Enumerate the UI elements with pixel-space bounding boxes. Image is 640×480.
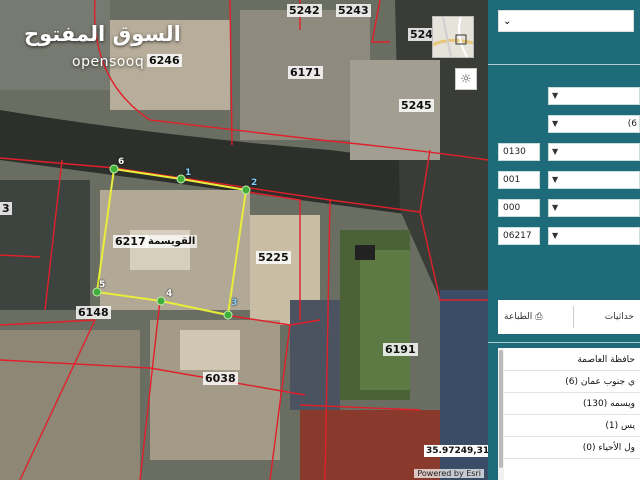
basemap-toggle-button[interactable]: ☼ (455, 68, 477, 90)
vertex-3-marker[interactable] (223, 310, 233, 320)
parcel-label-6171[interactable]: 6171 (288, 66, 323, 79)
caret-down-icon: ▼ (552, 147, 559, 156)
caret-down-icon: ▼ (552, 231, 559, 240)
directorate-select[interactable]: ▼ (6 (548, 115, 640, 133)
vertex-2-label: 2 (251, 178, 258, 188)
opensooq-logo-english: opensooq (72, 54, 145, 70)
list-item: ي جنوب عمان (6) (504, 372, 640, 393)
parcel-label-6191[interactable]: 6191 (383, 343, 418, 356)
list-item: حافظة العاصمة (504, 350, 640, 371)
vertex-3-label: 3 (231, 298, 238, 308)
neighborhood-code-field[interactable]: 000 (498, 199, 540, 217)
coordinates-readout: 35.97249,31.95152 (424, 445, 488, 457)
vertex-4-marker[interactable] (156, 296, 166, 306)
parcel-label-5245[interactable]: 5245 (399, 99, 434, 112)
parcel-select[interactable]: ▼ (548, 227, 640, 245)
overview-map-icon (433, 17, 473, 57)
list-item: يس (1) (504, 416, 640, 437)
actions-bar: الطباعة ⎙ حداثيات (498, 300, 640, 334)
caret-down-icon: ▼ (552, 203, 559, 212)
vertex-2-marker[interactable] (241, 185, 251, 195)
vertex-4-label: 4 (166, 289, 173, 299)
map-view[interactable]: السوق المفتوح opensooq 5242 5243 524 624… (0, 0, 488, 480)
parcel-label-6217[interactable]: 6217 (113, 235, 148, 248)
printer-icon: ⎙ (535, 312, 543, 322)
top-select[interactable]: ⌄ (498, 10, 634, 32)
parcel-label-5225[interactable]: 5225 (256, 251, 291, 264)
parcel-info-list: حافظة العاصمة ي جنوب عمان (6) ويسمه (130… (498, 348, 640, 480)
parcel-label-3[interactable]: 3 (0, 202, 12, 215)
parcel-label-6038[interactable]: 6038 (203, 372, 238, 385)
vertex-1-marker[interactable] (176, 174, 186, 184)
parcel-search-panel: ⌄ ▼ ▼ (6 0130 ▼ 001 ▼ 000 ▼ 06217 ▼ الطب… (488, 0, 640, 480)
list-scrollbar-thumb[interactable] (499, 350, 503, 468)
vertex-5-label: 5 (99, 280, 106, 290)
neighborhood-label: القويسمة (146, 235, 198, 248)
chevron-down-icon: ⌄ (503, 15, 512, 27)
basin-code-field[interactable]: 001 (498, 171, 540, 189)
parcel-label-6246[interactable]: 6246 (147, 54, 182, 67)
panel-divider-bottom (488, 342, 640, 343)
list-item: ول الأحياء (0) (504, 438, 640, 459)
vertex-1-label: 1 (185, 168, 192, 178)
parcel-number-field[interactable]: 06217 (498, 227, 540, 245)
governorate-select[interactable]: ▼ (548, 87, 640, 105)
caret-down-icon: ▼ (552, 119, 559, 128)
village-select[interactable]: ▼ (548, 143, 640, 161)
opensooq-logo-arabic: السوق المفتوح (24, 22, 181, 46)
satellite-imagery (0, 0, 488, 480)
caret-down-icon: ▼ (552, 175, 559, 184)
esri-attribution: Powered by Esri (414, 469, 484, 478)
print-button[interactable]: الطباعة ⎙ (504, 312, 542, 322)
actions-separator (573, 306, 575, 328)
overview-map[interactable] (432, 16, 474, 58)
vertex-6-label: 6 (118, 157, 125, 167)
list-item: ويسمه (130) (504, 394, 640, 415)
sun-icon: ☼ (460, 71, 472, 87)
neighborhood-select[interactable]: ▼ (548, 199, 640, 217)
parcel-label-6148[interactable]: 6148 (76, 306, 111, 319)
caret-down-icon: ▼ (552, 91, 559, 100)
parcel-label-524[interactable]: 524 (408, 28, 435, 41)
parcel-label-5242[interactable]: 5242 (287, 4, 322, 17)
parcel-label-5243[interactable]: 5243 (336, 4, 371, 17)
village-code-field[interactable]: 0130 (498, 143, 540, 161)
basin-select[interactable]: ▼ (548, 171, 640, 189)
coordinates-button[interactable]: حداثيات (605, 312, 634, 322)
print-label: الطباعة (504, 312, 533, 322)
vertex-6-marker[interactable] (109, 164, 119, 174)
panel-divider-top (488, 64, 640, 65)
